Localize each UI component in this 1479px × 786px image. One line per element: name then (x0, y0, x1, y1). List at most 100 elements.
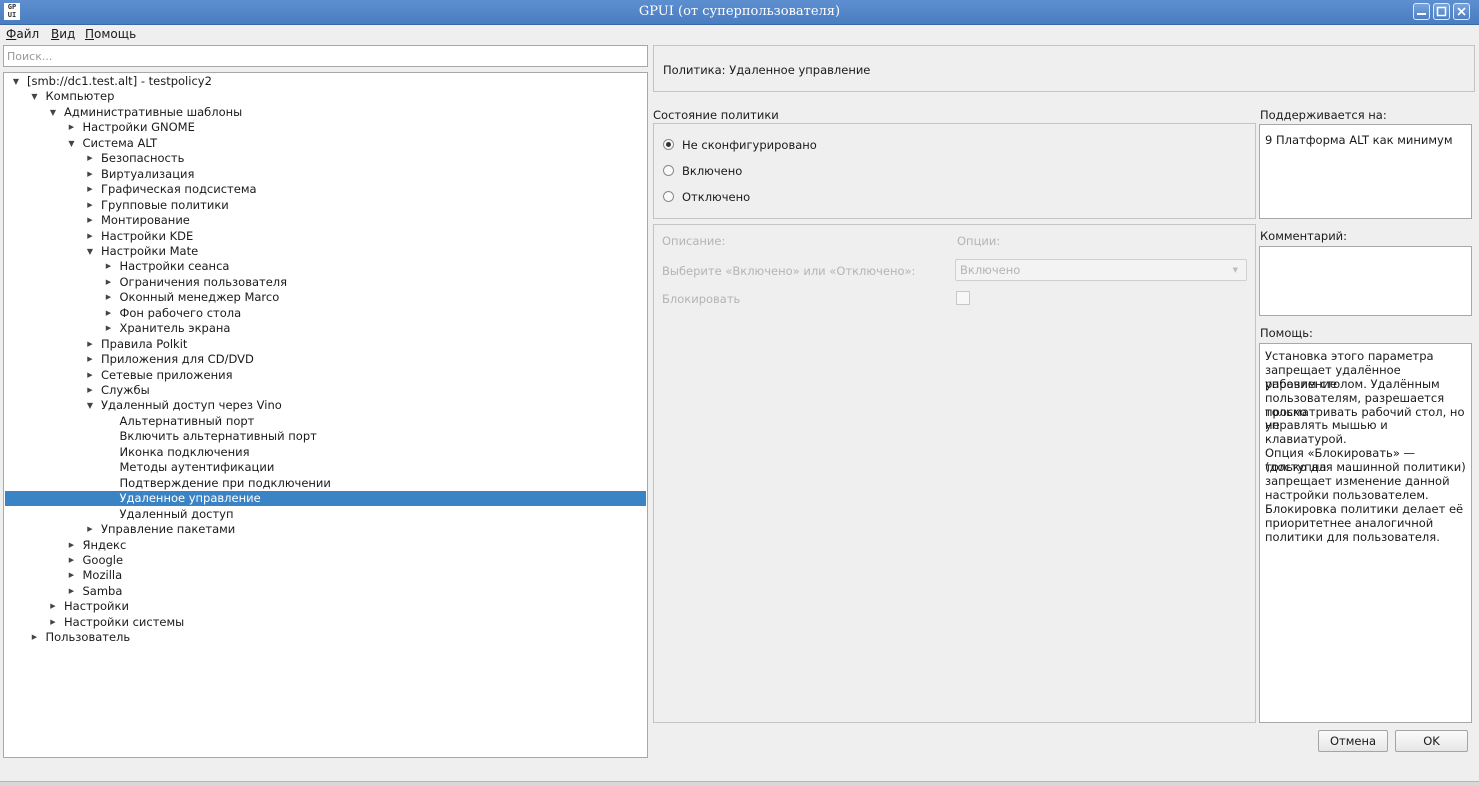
expand-arrow-icon[interactable]: ▶ (85, 522, 95, 537)
expand-arrow-icon[interactable]: ▶ (104, 259, 114, 274)
collapse-arrow-icon[interactable]: ▼ (85, 244, 95, 259)
expand-arrow-icon[interactable]: ▶ (104, 306, 114, 321)
search-input[interactable] (3, 45, 648, 67)
help-line: запрещает удалённое управление (1265, 362, 1401, 391)
tree-item[interactable]: ▶ Настройки KDE (5, 229, 646, 244)
tree-item[interactable]: ▶ Оконный менеджер Marco (5, 290, 646, 305)
tree-item-label: Яндекс (82, 537, 127, 552)
close-button[interactable] (1453, 3, 1470, 20)
tree-item[interactable]: Подтверждение при подключении (5, 476, 646, 491)
expand-arrow-icon[interactable]: ▶ (85, 337, 95, 352)
tree-item[interactable]: Иконка подключения (5, 445, 646, 460)
menu-help[interactable]: Помощь (85, 27, 136, 41)
choose-select-value: Включено (960, 263, 1021, 277)
menu-view[interactable]: Вид (51, 27, 75, 41)
tree-item[interactable]: ▶ Управление пакетами (5, 522, 646, 537)
expand-arrow-icon[interactable]: ▶ (30, 630, 40, 645)
expand-arrow-icon[interactable]: ▶ (67, 553, 77, 568)
tree-item-label: Samba (82, 583, 123, 598)
tree-item[interactable]: ▶ Службы (5, 383, 646, 398)
tree-item[interactable]: ▼ Удаленный доступ через Vino (5, 398, 646, 413)
tree-item[interactable]: ▶ Mozilla (5, 568, 646, 583)
tree-item-label: Приложения для CD/DVD (101, 352, 254, 367)
expand-arrow-icon[interactable]: ▶ (48, 615, 58, 630)
expand-arrow-icon[interactable]: ▶ (104, 290, 114, 305)
tree-item[interactable]: Удаленный доступ (5, 507, 646, 522)
expand-arrow-icon[interactable]: ▶ (85, 198, 95, 213)
tree-item[interactable]: ▼ Компьютер (5, 89, 646, 104)
expand-arrow-icon[interactable]: ▶ (85, 229, 95, 244)
expand-arrow-icon[interactable]: ▶ (85, 383, 95, 398)
tree-item-label: Графическая подсистема (101, 182, 257, 197)
expand-arrow-icon[interactable]: ▶ (67, 538, 77, 553)
tree-item[interactable]: ▶ Хранитель экрана (5, 321, 646, 336)
expand-arrow-icon[interactable]: ▶ (85, 352, 95, 367)
tree-item[interactable]: ▶ Правила Polkit (5, 337, 646, 352)
tree-item[interactable]: ▶ Монтирование (5, 213, 646, 228)
tree-item[interactable]: ▶ Настройки сеанса (5, 259, 646, 274)
tree-item[interactable]: ▶ Пользователь (5, 630, 646, 645)
tree-item[interactable]: ▶ Приложения для CD/DVD (5, 352, 646, 367)
supported-box: 9 Платформа ALT как минимум (1259, 124, 1472, 219)
expand-arrow-icon[interactable]: ▶ (48, 599, 58, 614)
expand-arrow-icon[interactable]: ▶ (85, 182, 95, 197)
tree-item-label: Настройки Mate (101, 243, 199, 258)
tree-item[interactable]: ▶ Безопасность (5, 151, 646, 166)
collapse-arrow-icon[interactable]: ▼ (67, 136, 77, 151)
expand-arrow-icon[interactable]: ▶ (104, 275, 114, 290)
tree-item[interactable]: Методы аутентификации (5, 460, 646, 475)
expand-arrow-icon[interactable]: ▶ (85, 167, 95, 182)
tree-item-label: Включить альтернативный порт (119, 429, 317, 444)
tree-item[interactable]: ▶ Google (5, 553, 646, 568)
tree-item[interactable]: ▶ Виртуализация (5, 167, 646, 182)
tree-item[interactable]: Альтернативный порт (5, 414, 646, 429)
expand-arrow-icon[interactable]: ▶ (85, 213, 95, 228)
tree-item[interactable]: ▶ Ограничения пользователя (5, 275, 646, 290)
tree-item-label: Альтернативный порт (119, 413, 255, 428)
tree-item[interactable]: ▶ Samba (5, 584, 646, 599)
collapse-arrow-icon[interactable]: ▼ (11, 74, 21, 89)
tree-item-label: Фон рабочего стола (119, 305, 242, 320)
comment-textarea[interactable] (1259, 246, 1472, 316)
tree-item[interactable]: ▶ Графическая подсистема (5, 182, 646, 197)
help-line: рабочим столом. Удалённым (1265, 376, 1440, 391)
expand-arrow-icon[interactable]: ▶ (104, 321, 114, 336)
tree-item-label: Настройки системы (64, 614, 185, 629)
tree-item[interactable]: ▶ Настройки системы (5, 615, 646, 630)
tree-item[interactable]: ▶ Яндекс (5, 538, 646, 553)
menu-file[interactable]: Файл (6, 27, 39, 41)
tree-item[interactable]: ▶ Фон рабочего стола (5, 306, 646, 321)
radio-indicator (663, 139, 674, 150)
choose-select[interactable]: Включено ▼ (955, 259, 1247, 281)
policy-tree[interactable]: ▼ [smb://dc1.test.alt] - testpolicy2 ▼ Комп… (3, 72, 648, 758)
tree-item[interactable]: Удаленное управление (5, 491, 646, 507)
tree-item[interactable]: ▼ Система ALT (5, 136, 646, 151)
tree-item[interactable]: ▼ Настройки Mate (5, 244, 646, 259)
tree-item[interactable]: ▼ [smb://dc1.test.alt] - testpolicy2 (5, 74, 646, 89)
expand-arrow-icon[interactable]: ▶ (67, 584, 77, 599)
lock-checkbox[interactable] (956, 291, 970, 305)
tree-item-label: Пользователь (45, 630, 131, 645)
collapse-arrow-icon[interactable]: ▼ (48, 105, 58, 120)
ok-button[interactable]: OK (1395, 730, 1468, 752)
radio-indicator (663, 165, 674, 176)
tree-item[interactable]: ▶ Настройки (5, 599, 646, 614)
tree-item-label: Удаленное управление (119, 491, 261, 506)
help-line: пользователям, разрешается только (1265, 390, 1445, 419)
tree-item-label: Сетевые приложения (101, 367, 233, 382)
tree-item[interactable]: ▶ Групповые политики (5, 198, 646, 213)
expand-arrow-icon[interactable]: ▶ (67, 120, 77, 135)
tree-item[interactable]: ▼ Административные шаблоны (5, 105, 646, 120)
expand-arrow-icon[interactable]: ▶ (67, 568, 77, 583)
expand-arrow-icon[interactable]: ▶ (85, 368, 95, 383)
tree-item-label: Монтирование (101, 213, 190, 228)
expand-arrow-icon[interactable]: ▶ (85, 151, 95, 166)
minimize-button[interactable] (1413, 3, 1430, 20)
tree-item[interactable]: ▶ Настройки GNOME (5, 120, 646, 135)
tree-item[interactable]: Включить альтернативный порт (5, 429, 646, 444)
cancel-button[interactable]: Отмена (1318, 730, 1388, 752)
collapse-arrow-icon[interactable]: ▼ (30, 89, 40, 104)
collapse-arrow-icon[interactable]: ▼ (85, 398, 95, 413)
maximize-button[interactable] (1433, 3, 1450, 20)
tree-item[interactable]: ▶ Сетевые приложения (5, 368, 646, 383)
